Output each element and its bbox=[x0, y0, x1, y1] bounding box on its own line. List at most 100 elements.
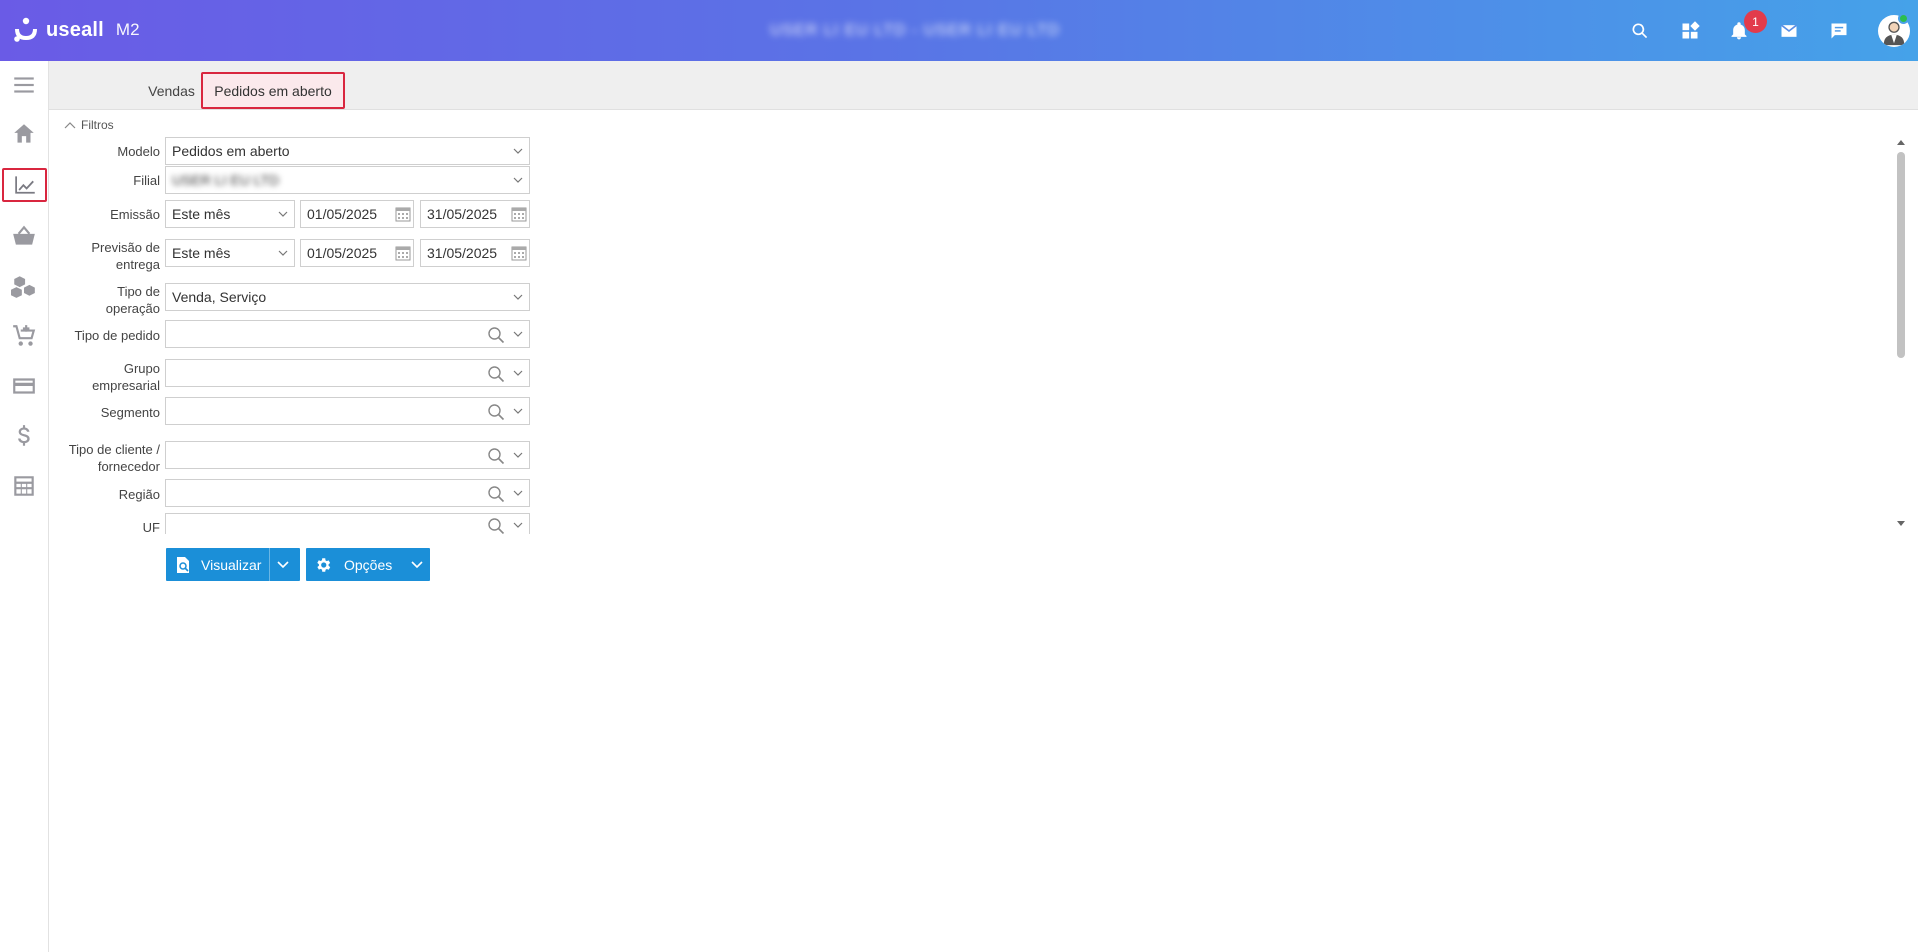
chevron-down-icon[interactable] bbox=[276, 560, 290, 569]
tipo-cliente-label-line-1: Tipo de cliente / bbox=[68, 442, 160, 457]
filial-value: USER LI EU LTD bbox=[172, 172, 280, 188]
button-separator bbox=[269, 548, 271, 581]
emissao-period-select[interactable]: Este mês bbox=[165, 200, 295, 228]
search-icon[interactable] bbox=[487, 403, 505, 421]
tipo-cliente-label-line-2: fornecedor bbox=[97, 459, 160, 474]
modelo-select[interactable]: Pedidos em aberto bbox=[165, 137, 530, 165]
basket-icon bbox=[13, 225, 35, 245]
tipo-operacao-select[interactable]: Venda, Serviço bbox=[165, 283, 530, 311]
filial-select[interactable]: USER LI EU LTD bbox=[165, 166, 530, 194]
sidebar-item-finance[interactable] bbox=[0, 418, 48, 454]
chevron-down-icon bbox=[513, 331, 523, 337]
menu-icon bbox=[14, 77, 34, 93]
sidebar-item-sales-chart[interactable] bbox=[2, 168, 47, 202]
menu-toggle-button[interactable] bbox=[0, 67, 48, 103]
grupo-label: Grupo empresarial bbox=[50, 360, 160, 394]
top-bar: useall M2 USER LI EU LTD - USER LI EU LT… bbox=[0, 0, 1918, 61]
calendar-icon[interactable] bbox=[395, 206, 411, 222]
dashboard-icon[interactable] bbox=[1677, 18, 1703, 44]
chevron-down-icon bbox=[278, 211, 288, 217]
emissao-label: Emissão bbox=[110, 207, 160, 222]
chart-icon bbox=[14, 176, 35, 194]
emissao-to-date[interactable]: 31/05/2025 bbox=[420, 200, 530, 228]
visualizar-label: Visualizar bbox=[201, 556, 262, 573]
tab-pedidos-em-aberto[interactable]: Pedidos em aberto bbox=[201, 72, 345, 109]
previsao-from-date[interactable]: 01/05/2025 bbox=[300, 239, 414, 267]
opcoes-label: Opções bbox=[344, 556, 393, 573]
previsao-from-value: 01/05/2025 bbox=[307, 245, 378, 261]
tipo-operacao-label-line-2: operação bbox=[105, 301, 160, 316]
filters-toggle[interactable]: Filtros bbox=[64, 118, 114, 132]
tipo-cliente-lookup[interactable] bbox=[165, 441, 530, 469]
tipo-cliente-label: Tipo de cliente / fornecedor bbox=[50, 441, 160, 475]
previsao-period-value: Este mês bbox=[172, 245, 231, 261]
calendar-icon[interactable] bbox=[511, 206, 527, 222]
previsao-label-line-1: Previsão de bbox=[91, 240, 160, 255]
home-icon bbox=[14, 124, 34, 143]
previsao-label: Previsão de entrega bbox=[50, 239, 160, 273]
search-icon[interactable] bbox=[1627, 18, 1653, 44]
preview-icon bbox=[177, 556, 189, 573]
filters-title: Filtros bbox=[81, 118, 114, 132]
chevron-down-icon bbox=[513, 294, 523, 300]
search-icon[interactable] bbox=[487, 365, 505, 383]
chat-icon[interactable] bbox=[1826, 18, 1852, 44]
chevron-down-icon bbox=[513, 452, 523, 458]
calendar-icon[interactable] bbox=[395, 245, 411, 261]
opcoes-button[interactable]: Opções bbox=[306, 548, 430, 581]
useall-logo-icon bbox=[14, 17, 37, 42]
modelo-label: Modelo bbox=[117, 144, 160, 159]
tipo-operacao-label-line-1: Tipo de bbox=[117, 284, 160, 299]
previsao-to-value: 31/05/2025 bbox=[427, 245, 498, 261]
tipo-pedido-lookup[interactable] bbox=[165, 320, 530, 348]
sidebar-item-home[interactable] bbox=[0, 116, 48, 152]
sidebar-item-inventory[interactable] bbox=[0, 268, 48, 304]
chevron-down-icon bbox=[513, 408, 523, 414]
calendar-icon[interactable] bbox=[511, 245, 527, 261]
previsao-period-select[interactable]: Este mês bbox=[165, 239, 295, 267]
uf-label: UF bbox=[142, 520, 160, 535]
regiao-lookup[interactable] bbox=[165, 479, 530, 507]
cart-icon bbox=[13, 325, 36, 346]
tipo-operacao-value: Venda, Serviço bbox=[172, 289, 267, 305]
brand-name: useall bbox=[46, 18, 104, 41]
scroll-down-arrow[interactable] bbox=[1896, 520, 1906, 528]
segmento-lookup[interactable] bbox=[165, 397, 530, 425]
search-icon[interactable] bbox=[487, 326, 505, 344]
segmento-label: Segmento bbox=[100, 405, 160, 420]
regiao-label: Região bbox=[118, 487, 160, 502]
scrollbar-thumb[interactable] bbox=[1897, 152, 1905, 358]
sidebar-item-accounting[interactable] bbox=[0, 468, 48, 504]
online-status-dot bbox=[1898, 13, 1909, 24]
previsao-to-date[interactable]: 31/05/2025 bbox=[420, 239, 530, 267]
emissao-from-value: 01/05/2025 bbox=[307, 206, 378, 222]
chevron-down-icon bbox=[513, 490, 523, 496]
chevron-down-icon bbox=[411, 561, 423, 569]
visualizar-button[interactable]: Visualizar bbox=[166, 548, 300, 581]
boxes-icon bbox=[11, 276, 35, 298]
notification-badge: 1 bbox=[1744, 10, 1767, 33]
scroll-up-arrow[interactable] bbox=[1896, 138, 1906, 146]
sidebar-item-basket[interactable] bbox=[0, 218, 48, 254]
sidebar-item-purchases[interactable] bbox=[0, 318, 48, 354]
emissao-to-value: 31/05/2025 bbox=[427, 206, 498, 222]
emissao-from-date[interactable]: 01/05/2025 bbox=[300, 200, 414, 228]
search-icon[interactable] bbox=[487, 517, 505, 534]
mail-icon[interactable] bbox=[1776, 18, 1802, 44]
search-icon[interactable] bbox=[487, 485, 505, 503]
modelo-value: Pedidos em aberto bbox=[172, 143, 290, 159]
chevron-down-icon bbox=[513, 522, 523, 528]
chevron-down-icon bbox=[513, 148, 523, 154]
version-label: M2 bbox=[115, 20, 140, 39]
logo[interactable]: useall M2 bbox=[12, 16, 140, 44]
search-icon[interactable] bbox=[487, 447, 505, 465]
grupo-lookup[interactable] bbox=[165, 359, 530, 387]
grupo-label-line-1: Grupo bbox=[123, 361, 160, 376]
calculator-icon bbox=[14, 476, 34, 496]
uf-lookup[interactable] bbox=[165, 513, 530, 534]
sidebar-item-payments[interactable] bbox=[0, 368, 48, 404]
sidebar bbox=[0, 61, 49, 952]
emissao-period-value: Este mês bbox=[172, 206, 231, 222]
chevron-down-icon bbox=[513, 177, 523, 183]
gear-icon bbox=[317, 557, 331, 572]
